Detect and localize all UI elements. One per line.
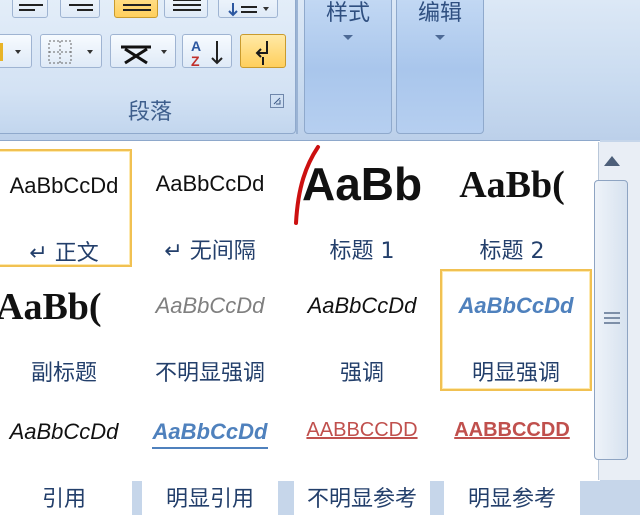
show-hide-marks-icon — [255, 41, 268, 65]
styles-button[interactable]: 样式 — [304, 0, 392, 134]
style-tile-heading-2[interactable]: AaBb( 标题 2 — [444, 149, 580, 267]
grip-icon — [604, 312, 620, 327]
editing-label: 编辑 — [417, 1, 462, 26]
svg-text:A: A — [191, 38, 201, 54]
align-right-button[interactable] — [60, 0, 100, 18]
align-left-icon — [19, 4, 43, 11]
distributed-button[interactable] — [164, 0, 208, 18]
style-name: ↵ 正文 — [29, 241, 99, 266]
style-tile-normal[interactable]: AaBbCcDd ↵ 正文 — [0, 149, 132, 267]
shading-button[interactable] — [0, 34, 32, 68]
chevron-down-icon — [435, 35, 445, 40]
group-separator — [296, 0, 298, 134]
style-preview: AABBCCDD — [454, 419, 570, 441]
chevron-down-icon — [343, 35, 353, 40]
align-left-button[interactable] — [12, 0, 48, 18]
shading-icon — [0, 43, 21, 61]
style-name: 不明显强调 — [154, 361, 265, 386]
styles-gallery: AaBbCcDd ↵ 正文 AaBbCcDd ↵ 无间隔 AaBb 标题 1 A… — [0, 140, 600, 515]
style-tile-quote[interactable]: AaBbCcDd 引用 — [0, 397, 132, 515]
style-tile-intense-reference[interactable]: AABBCCDD 明显参考 — [444, 397, 580, 515]
style-name: 引用 — [41, 487, 86, 512]
pen-annotation — [294, 145, 320, 225]
style-preview: AaBb( — [459, 164, 565, 206]
style-name: 明显参考 — [467, 487, 556, 512]
styles-label: 样式 — [325, 1, 370, 26]
dialog-launcher-icon[interactable] — [270, 94, 284, 108]
style-preview: AaBbCcDd — [152, 419, 268, 449]
distributed-icon — [173, 0, 201, 11]
style-preview: AaBbCcDd — [9, 173, 119, 198]
style-tile-emphasis[interactable]: AaBbCcDd 强调 — [294, 271, 430, 389]
style-name: 副标题 — [30, 361, 97, 386]
ribbon: A Z 段落 样式 编辑 — [0, 0, 640, 140]
style-tile-subtitle[interactable]: AaBb( 副标题 — [0, 271, 132, 389]
show-hide-marks-button[interactable] — [240, 34, 286, 68]
paragraph-group-label: 段落 — [127, 100, 172, 125]
scroll-up-icon[interactable] — [604, 156, 620, 166]
style-tile-intense-quote[interactable]: AaBbCcDd 明显引用 — [142, 397, 278, 515]
style-name: 不明显参考 — [306, 487, 417, 512]
editing-button[interactable]: 编辑 — [396, 0, 484, 134]
style-tile-no-spacing[interactable]: AaBbCcDd ↵ 无间隔 — [142, 149, 278, 267]
justify-icon — [123, 4, 151, 11]
style-preview: AaBbCcDd — [155, 171, 265, 196]
style-preview: AaBb( — [0, 286, 102, 328]
style-name: ↵ 无间隔 — [164, 239, 256, 264]
style-preview: AaBbCcDd — [458, 293, 574, 318]
chinese-layout-button[interactable] — [110, 34, 176, 68]
style-name: 强调 — [339, 361, 384, 386]
style-preview: AABBCCDD — [306, 419, 418, 441]
style-preview: AaBbCcDd — [9, 419, 119, 444]
chinese-layout-icon — [121, 45, 167, 65]
justify-button[interactable] — [114, 0, 158, 18]
borders-icon — [48, 40, 93, 64]
style-name: 明显强调 — [471, 361, 560, 386]
sort-button[interactable]: A Z — [182, 34, 232, 69]
borders-button[interactable] — [40, 34, 102, 68]
style-preview: AaBbCcDd — [307, 293, 417, 318]
align-right-icon — [69, 4, 93, 11]
svg-text:Z: Z — [191, 53, 200, 69]
style-preview: AaBbCcDd — [155, 293, 265, 318]
style-name: 标题 1 — [329, 239, 395, 264]
style-name: 标题 2 — [479, 239, 545, 264]
line-spacing-button[interactable] — [218, 0, 278, 18]
sort-icon: A Z — [191, 38, 223, 69]
line-spacing-icon — [228, 3, 269, 17]
style-tile-subtle-reference[interactable]: AABBCCDD 不明显参考 — [294, 397, 430, 515]
style-name: 明显引用 — [165, 487, 254, 512]
style-tile-subtle-emphasis[interactable]: AaBbCcDd 不明显强调 — [142, 271, 278, 389]
style-tile-intense-emphasis[interactable]: AaBbCcDd 明显强调 — [440, 269, 592, 391]
